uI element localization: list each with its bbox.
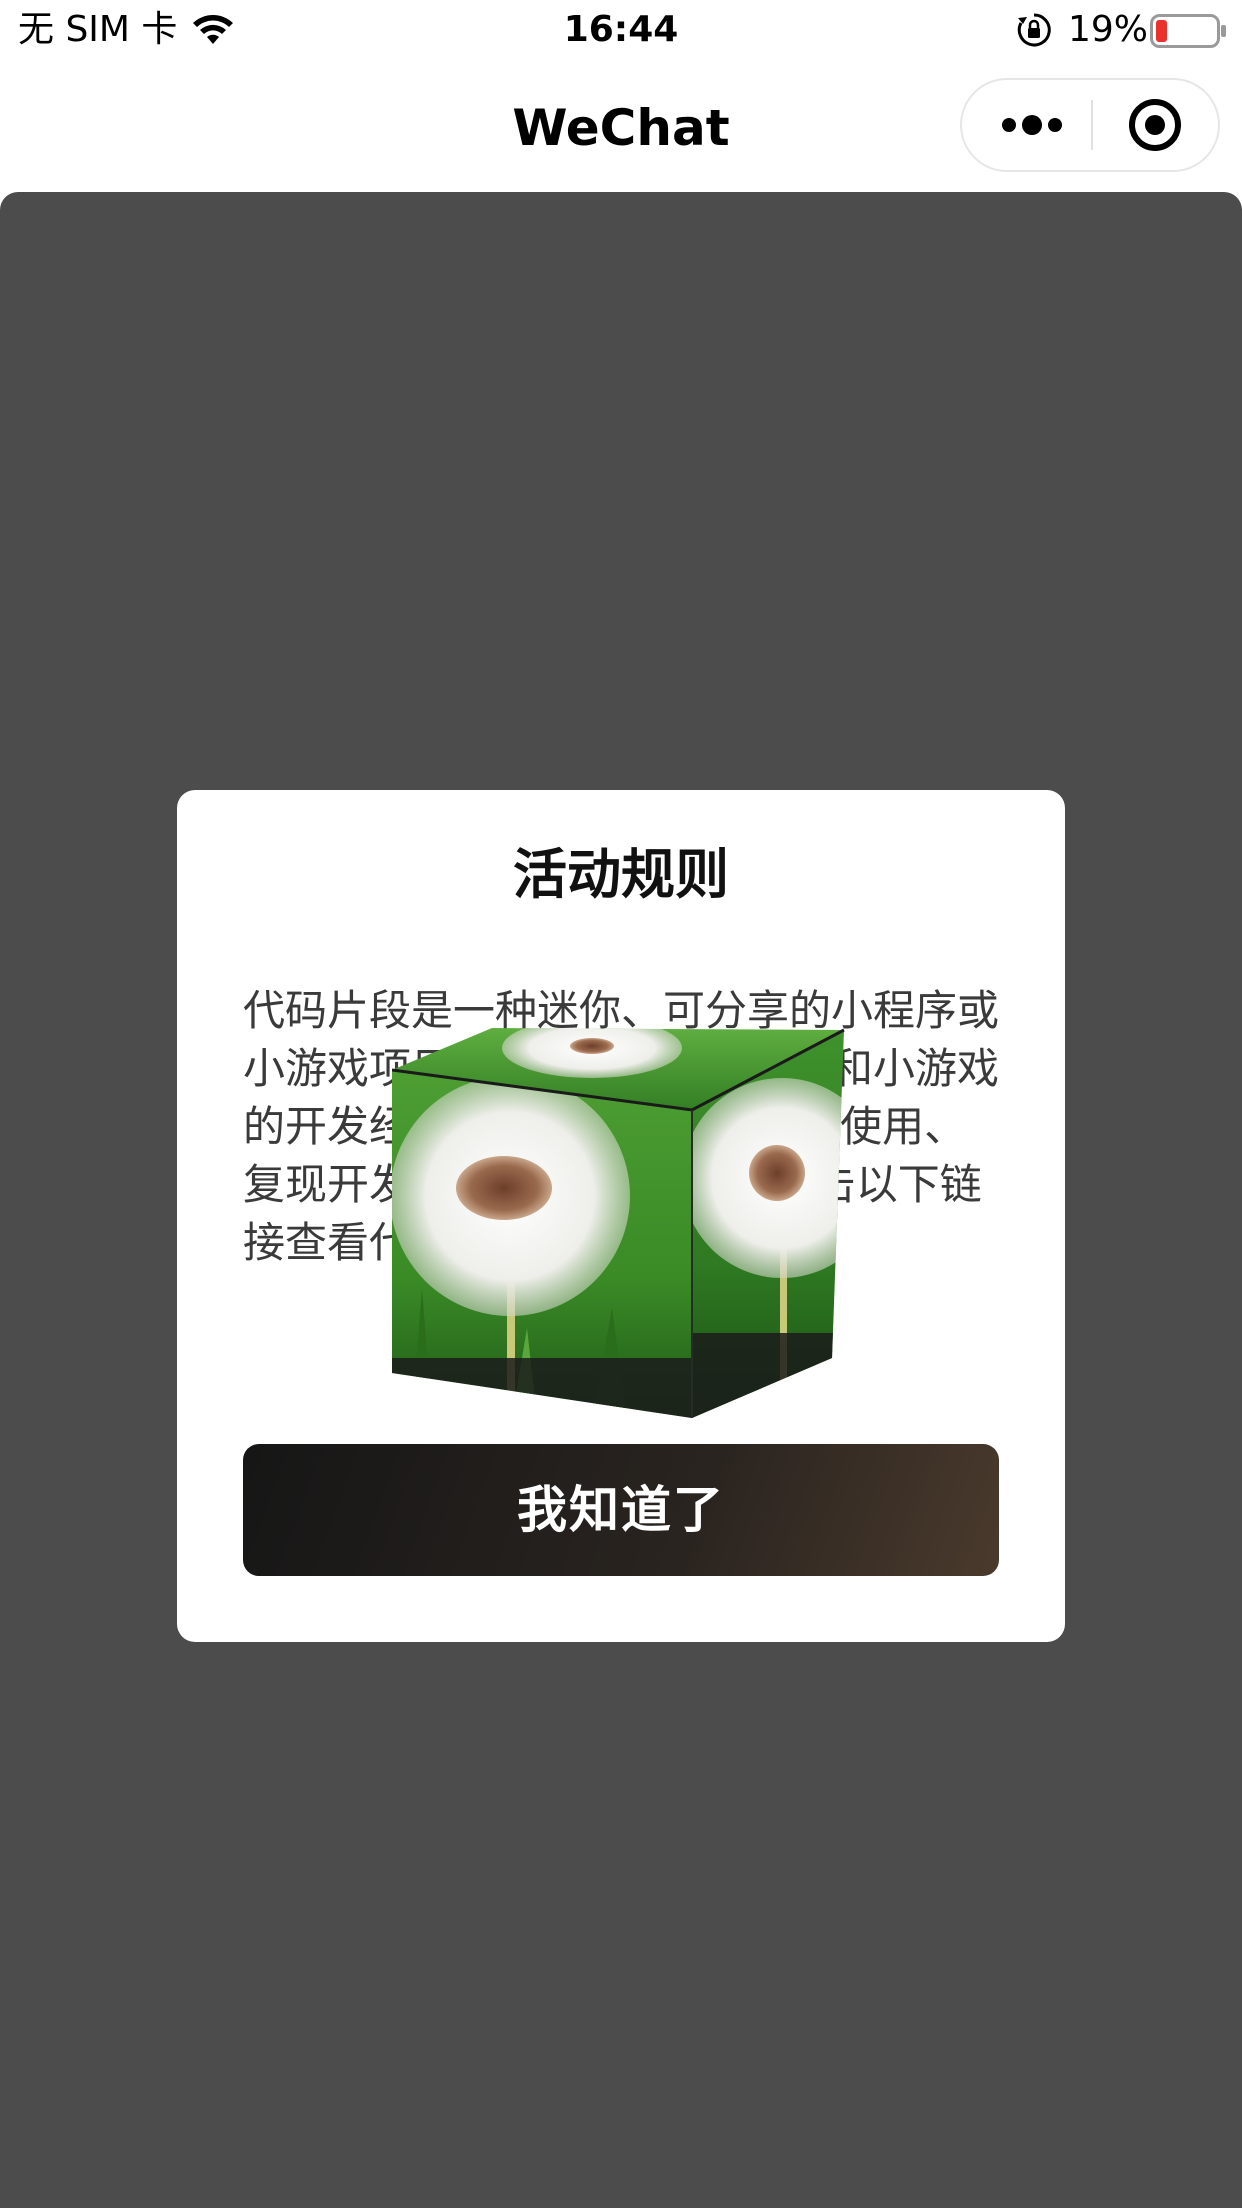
battery-icon — [1150, 14, 1226, 48]
orientation-lock-icon — [1017, 13, 1051, 47]
acknowledge-button[interactable]: 我知道了 — [243, 1444, 999, 1576]
close-miniprogram-button[interactable] — [1093, 80, 1218, 170]
capsule-menu — [960, 78, 1220, 172]
clock: 16:44 — [563, 9, 679, 50]
status-bar: 无 SIM 卡 16:44 19% — [0, 0, 1242, 62]
dialog-title: 活动规则 — [513, 843, 729, 906]
screen: 无 SIM 卡 16:44 19% WeChat 活动规则 代码片段是一种迷你、… — [0, 0, 1242, 2208]
battery-percentage: 19% — [1068, 9, 1149, 50]
more-button[interactable] — [962, 80, 1091, 170]
more-dots-icon — [1002, 115, 1062, 135]
dandelion-cube-image — [392, 1028, 845, 1418]
target-close-icon — [1129, 99, 1181, 151]
nav-bar: WeChat — [0, 62, 1242, 192]
